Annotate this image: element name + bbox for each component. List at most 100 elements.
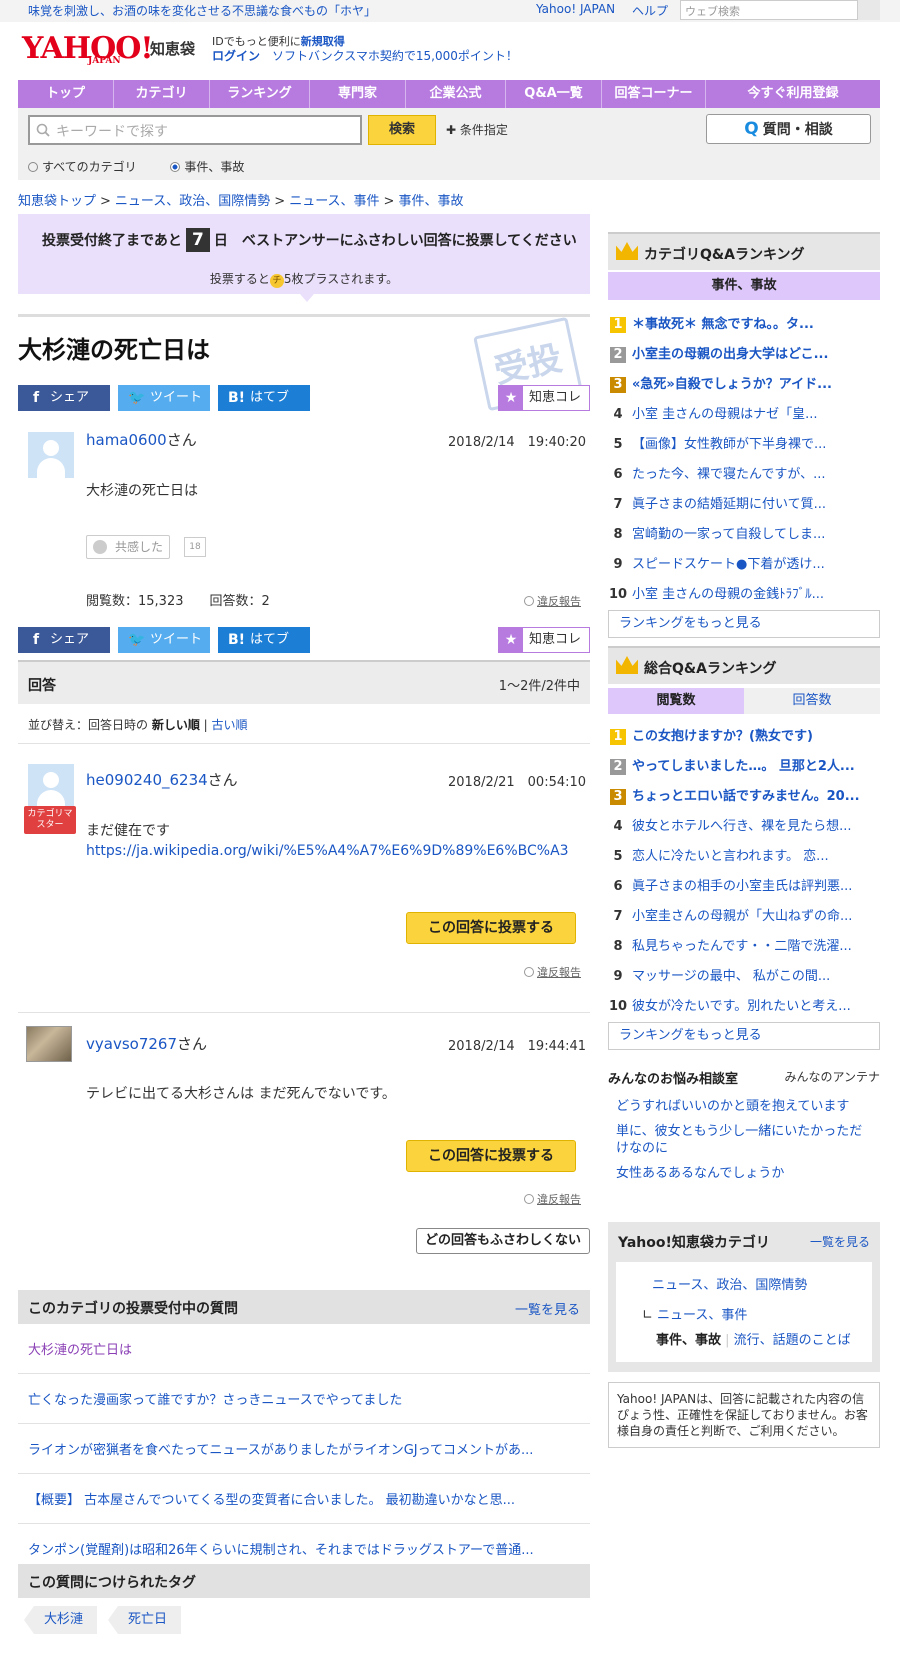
hatena-button[interactable]: B! はてブ: [218, 627, 310, 653]
chiekore-button[interactable]: ★ 知恵コレ: [498, 627, 590, 653]
conditions-link[interactable]: ✚ 条件指定: [446, 121, 508, 138]
avatar-cat[interactable]: [26, 1026, 72, 1062]
answer-user-id[interactable]: he090240_6234: [86, 771, 208, 789]
report-link[interactable]: 違反報告: [524, 1191, 581, 1207]
tab-views[interactable]: 閲覧数: [608, 688, 744, 714]
ranking-item[interactable]: 6 眞子さまの相手の小室圭氏は評判悪...: [608, 872, 880, 902]
report-link[interactable]: 違反報告: [524, 964, 581, 980]
ranking-item[interactable]: 9 マッサージの最中、 私がこの間...: [608, 962, 880, 992]
ranking-item[interactable]: 7 眞子さまの結婚延期に付いて質...: [608, 490, 880, 520]
service-name[interactable]: 知恵袋: [150, 38, 195, 59]
nav-qa-list[interactable]: Q&A一覧: [506, 80, 602, 108]
avatar[interactable]: [28, 764, 74, 810]
search-button[interactable]: 検索: [368, 115, 436, 145]
category-parent[interactable]: ニュース、政治、国際情勢: [652, 1274, 807, 1293]
softbank-promo-link[interactable]: ソフトバンクスマホ契約で15,000ポイント！: [272, 49, 518, 63]
answer-user[interactable]: vyavso7267さん: [86, 1033, 207, 1054]
ranking-item[interactable]: 4 小室 圭さんの母親はナゼ「皇...: [608, 400, 880, 430]
nav-experts[interactable]: 専門家: [310, 80, 406, 108]
breadcrumb-item[interactable]: ニュース、政治、国際情勢: [115, 194, 270, 209]
ranking-item[interactable]: 7 小室圭さんの母親が「大山ねずの命...: [608, 902, 880, 932]
ranking-item[interactable]: 1 この女抱けますか？(熟女です): [608, 722, 880, 752]
question-user[interactable]: hama0600さん: [86, 429, 197, 450]
vote-prefix: 投票受付終了まであと: [42, 233, 182, 249]
ranking-item[interactable]: 4 彼女とホテルへ行き、裸を見たら想...: [608, 812, 880, 842]
ranking-item[interactable]: 5 恋人に冷たいと言われます。 恋...: [608, 842, 880, 872]
answer-user[interactable]: he090240_6234さん: [86, 769, 238, 790]
chiekore-button[interactable]: ★ 知恵コレ: [498, 385, 590, 411]
list-item[interactable]: 【概要】 古本屋さんでついてくる型の変質者に合いました。 最初勘違いかなと思..…: [18, 1474, 590, 1524]
no-suitable-answer-button[interactable]: どの回答もふさわしくない: [416, 1228, 590, 1254]
ranking-item[interactable]: 9 スピードスケート●下着が透け...: [608, 550, 880, 580]
ranking-item[interactable]: 6 たった今、裸で寝たんですが、...: [608, 460, 880, 490]
answer-link[interactable]: https://ja.wikipedia.org/wiki/%E5%A4%A7%…: [86, 842, 576, 861]
more-ranking-link[interactable]: ランキングをもっと見る: [608, 1022, 880, 1050]
breadcrumb-item[interactable]: 事件、事故: [398, 194, 463, 209]
login-link[interactable]: ログイン: [212, 49, 260, 63]
empathy-button[interactable]: 共感した: [86, 535, 170, 559]
nav-register[interactable]: 今すぐ利用登録: [706, 80, 880, 108]
tab-answers[interactable]: 回答数: [744, 688, 880, 714]
category-list-link[interactable]: 一覧を見る: [810, 1233, 870, 1250]
ranking-item[interactable]: 8 私見ちゃったんです・・二階で洗濯...: [608, 932, 880, 962]
ranking-item[interactable]: 5 【画像】女性教師が下半身裸で...: [608, 430, 880, 460]
answer-body: まだ健在です: [86, 823, 170, 839]
more-ranking-link[interactable]: ランキングをもっと見る: [608, 610, 880, 638]
sort-newest: 新しい順: [151, 718, 200, 732]
ranking-item[interactable]: 3 ちょっとエロい話ですみません。20...: [608, 782, 880, 812]
ranking-item[interactable]: 1 ＊事故死＊ 無念ですね。。タ...: [608, 310, 880, 340]
answer-user-id[interactable]: vyavso7267: [86, 1035, 177, 1053]
nav-answer-corner[interactable]: 回答コーナー: [602, 80, 706, 108]
web-search-input[interactable]: ウェブ検索: [680, 0, 858, 20]
top-promo-link[interactable]: 味覚を刺激し、お酒の味を変化させる不思議な食べもの「ホヤ」: [28, 2, 376, 19]
vote-answer-button[interactable]: この回答に投票する: [406, 1140, 576, 1172]
web-search-button[interactable]: [858, 0, 880, 20]
ranking-item[interactable]: 8 宮崎勤の一家って自殺してしま...: [608, 520, 880, 550]
ranking-item[interactable]: 2 やってしまいました…。 旦那と2人...: [608, 752, 880, 782]
consult-item[interactable]: 女性あるあるなんでしょうか: [608, 1165, 880, 1182]
list-item[interactable]: 亡くなった漫画家って誰ですか？さっきニュースでやってました: [18, 1374, 590, 1424]
list-item[interactable]: 大杉漣の死亡日は: [18, 1324, 590, 1374]
tag[interactable]: 大杉漣: [24, 1606, 98, 1634]
question-stats: 閲覧数：15,323 回答数：2: [86, 590, 270, 609]
radio-current-category[interactable]: [170, 162, 181, 172]
consult-item[interactable]: どうすればいいのかと頭を抱えています: [608, 1098, 880, 1115]
breadcrumb-item[interactable]: ニュース、事件: [289, 194, 379, 209]
ranking-item[interactable]: 2 小室圭の母親の出身大学はどこ...: [608, 340, 880, 370]
avatar[interactable]: [28, 432, 74, 478]
radio-all-categories[interactable]: [28, 162, 38, 172]
sort-oldest-link[interactable]: 古い順: [212, 718, 248, 732]
facebook-share-button[interactable]: f シェア: [18, 385, 110, 411]
yahoo-logo[interactable]: YAHOO!: [22, 34, 154, 66]
ranking-item[interactable]: 10 小室 圭さんの母親の金銭ﾄﾗﾌﾞﾙ...: [608, 580, 880, 610]
antenna-label[interactable]: みんなのアンテナ: [784, 1068, 880, 1085]
tag[interactable]: 死亡日: [108, 1606, 182, 1634]
nav-official[interactable]: 企業公式: [406, 80, 506, 108]
ranking-item[interactable]: 10 彼女が冷たいです。別れたいと考え...: [608, 992, 880, 1022]
keyword-search-input[interactable]: キーワードで探す: [28, 115, 362, 145]
help-link[interactable]: ヘルプ: [632, 2, 668, 19]
consult-item[interactable]: 単に、彼女ともう少し一緒にいたかっただけなのに: [608, 1123, 880, 1157]
yahoo-japan-link[interactable]: Yahoo! JAPAN: [536, 2, 615, 16]
voting-questions-title: このカテゴリの投票受付中の質問: [28, 1301, 238, 1317]
breadcrumb-item[interactable]: 知恵袋トップ: [18, 194, 96, 209]
divider: [18, 314, 590, 317]
banner-pointer: [300, 294, 314, 302]
category-child[interactable]: ∟ ニュース、事件: [642, 1304, 747, 1323]
list-item[interactable]: ライオンが密猟者を食べたってニュースがありましたがライオンGJってコメントがあ.…: [18, 1424, 590, 1474]
nav-ranking[interactable]: ランキング: [210, 80, 310, 108]
facebook-share-button[interactable]: f シェア: [18, 627, 110, 653]
see-all-link[interactable]: 一覧を見る: [515, 1299, 580, 1318]
nav-category[interactable]: カテゴリ: [114, 80, 210, 108]
report-link[interactable]: 違反報告: [524, 593, 581, 609]
hatena-button[interactable]: B! はてブ: [218, 385, 310, 411]
sibling-category-link[interactable]: 流行、話題のことば: [734, 1333, 851, 1348]
vote-banner: 投票受付終了まであと 7 日 ベストアンサーにふさわしい回答に投票してください 投票…: [18, 214, 590, 294]
ranking-item[interactable]: 3 «急死»自殺でしょうか？アイド...: [608, 370, 880, 400]
ask-question-button[interactable]: Q 質問・相談: [706, 114, 871, 144]
vote-answer-button[interactable]: この回答に投票する: [406, 912, 576, 944]
tweet-button[interactable]: 🐦 ツイート: [118, 385, 210, 411]
tweet-button[interactable]: 🐦 ツイート: [118, 627, 210, 653]
nav-top[interactable]: トップ: [18, 80, 114, 108]
question-user-id[interactable]: hama0600: [86, 431, 167, 449]
